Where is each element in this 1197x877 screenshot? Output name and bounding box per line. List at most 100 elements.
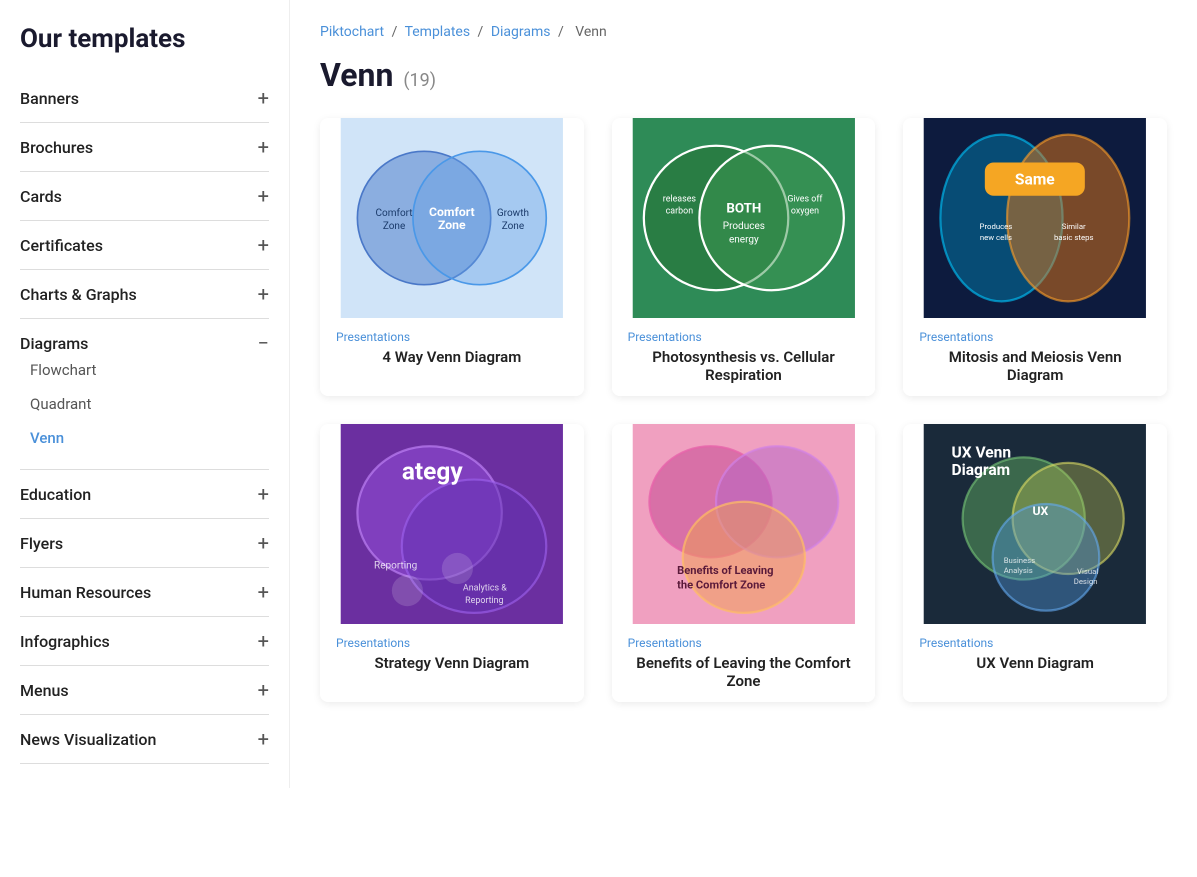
breadcrumb-diagrams[interactable]: Diagrams — [491, 24, 551, 40]
sidebar-item-diagrams[interactable]: Diagrams −FlowchartQuadrantVenn — [20, 319, 269, 470]
svg-text:Business: Business — [1004, 556, 1035, 565]
svg-text:Produces: Produces — [722, 221, 764, 232]
svg-text:the Comfort Zone: the Comfort Zone — [677, 578, 765, 591]
sidebar-item-label-brochures: Brochures — [20, 138, 93, 157]
template-card-t3[interactable]: Same Produces new cells Similar basic st… — [903, 118, 1167, 396]
sidebar-item-label-banners: Banners — [20, 89, 79, 108]
sidebar-item-expand-icon-diagrams[interactable]: − — [258, 333, 269, 353]
sidebar-item-education[interactable]: Education + — [20, 470, 269, 519]
template-card-t6[interactable]: UX Venn Diagram UX Business Analysis Vis… — [903, 424, 1167, 702]
template-meta-t5: Presentations Benefits of Leaving the Com… — [612, 624, 876, 702]
svg-text:oxygen: oxygen — [791, 207, 819, 217]
svg-text:Produces: Produces — [980, 222, 1013, 231]
template-image-t6: UX Venn Diagram UX Business Analysis Vis… — [903, 424, 1167, 624]
sidebar-subitems-diagrams: FlowchartQuadrantVenn — [20, 353, 269, 455]
sidebar-item-flyers[interactable]: Flyers + — [20, 519, 269, 568]
svg-text:Comfort: Comfort — [429, 205, 475, 219]
svg-text:BOTH: BOTH — [726, 201, 761, 216]
sidebar-item-cards[interactable]: Cards + — [20, 172, 269, 221]
sidebar-item-banners[interactable]: Banners + — [20, 74, 269, 123]
page-title-container: Venn (19) — [320, 56, 1167, 94]
sidebar-item-expand-icon-certificates[interactable]: + — [258, 235, 269, 255]
template-image-t4: ategy Reporting Analytics & Reporting — [320, 424, 584, 624]
sidebar-item-infographics[interactable]: Infographics + — [20, 617, 269, 666]
svg-text:UX Venn: UX Venn — [952, 443, 1012, 461]
svg-text:Analysis: Analysis — [1004, 566, 1033, 575]
sidebar-item-expand-icon-menus[interactable]: + — [258, 680, 269, 700]
template-category-t5: Presentations — [628, 636, 860, 650]
sidebar-items-container: Banners+Brochures+Cards+Certificates+Cha… — [20, 74, 269, 764]
sidebar-item-label-flyers: Flyers — [20, 534, 63, 553]
sidebar-item-expand-icon-flyers[interactable]: + — [258, 533, 269, 553]
breadcrumb: Piktochart / Templates / Diagrams / Venn — [320, 24, 1167, 40]
sidebar-item-brochures[interactable]: Brochures + — [20, 123, 269, 172]
template-title-t1: 4 Way Venn Diagram — [336, 348, 568, 366]
template-title-t4: Strategy Venn Diagram — [336, 654, 568, 672]
sidebar-item-charts-graphs[interactable]: Charts & Graphs + — [20, 270, 269, 319]
sidebar-item-menus[interactable]: Menus+ — [20, 666, 269, 715]
svg-text:basic steps: basic steps — [1054, 233, 1094, 242]
sidebar-item-label-certificates: Certificates — [20, 236, 103, 255]
svg-text:Same: Same — [1015, 171, 1055, 189]
svg-text:energy: energy — [729, 234, 759, 245]
svg-text:Zone: Zone — [438, 218, 466, 232]
sidebar-item-label-education: Education — [20, 485, 91, 504]
template-image-t2: BOTH Produces energy releases carbon Giv… — [612, 118, 876, 318]
sidebar-item-expand-icon-cards[interactable]: + — [258, 186, 269, 206]
breadcrumb-venn: Venn — [575, 24, 607, 40]
svg-text:Visual: Visual — [1077, 567, 1098, 576]
template-image-t5: Benefits of Leaving the Comfort Zone — [612, 424, 876, 624]
svg-text:new cells: new cells — [980, 233, 1012, 242]
svg-text:Zone: Zone — [502, 221, 524, 232]
template-title-t2: Photosynthesis vs. Cellular Respiration — [628, 348, 860, 384]
svg-text:Reporting: Reporting — [374, 560, 417, 571]
svg-text:UX: UX — [1033, 504, 1049, 518]
sidebar-item-news-visualization[interactable]: News Visualization + — [20, 715, 269, 764]
template-title-t6: UX Venn Diagram — [919, 654, 1151, 672]
template-category-t4: Presentations — [336, 636, 568, 650]
sidebar-item-expand-icon-news-visualization[interactable]: + — [258, 729, 269, 749]
main-content: Piktochart / Templates / Diagrams / Venn… — [290, 0, 1197, 788]
template-category-t6: Presentations — [919, 636, 1151, 650]
template-category-t3: Presentations — [919, 330, 1151, 344]
breadcrumb-templates[interactable]: Templates — [405, 24, 471, 40]
template-card-t1[interactable]: Comfort Zone Comfort Zone Growth Zone Pr… — [320, 118, 584, 396]
svg-text:Design: Design — [1074, 577, 1098, 586]
sidebar-item-expand-icon-banners[interactable]: + — [258, 88, 269, 108]
sidebar-subitem-venn[interactable]: Venn — [30, 421, 269, 455]
template-card-t2[interactable]: BOTH Produces energy releases carbon Giv… — [612, 118, 876, 396]
sidebar-item-human-resources[interactable]: Human Resources + — [20, 568, 269, 617]
sidebar-subitem-flowchart[interactable]: Flowchart — [30, 353, 269, 387]
template-image-t3: Same Produces new cells Similar basic st… — [903, 118, 1167, 318]
svg-text:Growth: Growth — [497, 208, 529, 219]
sidebar-item-expand-icon-infographics[interactable]: + — [258, 631, 269, 651]
template-card-t4[interactable]: ategy Reporting Analytics & Reporting Pr… — [320, 424, 584, 702]
breadcrumb-piktochart[interactable]: Piktochart — [320, 24, 384, 40]
template-category-t1: Presentations — [336, 330, 568, 344]
template-title-t3: Mitosis and Meiosis Venn Diagram — [919, 348, 1151, 384]
template-grid: Comfort Zone Comfort Zone Growth Zone Pr… — [320, 118, 1167, 702]
sidebar-item-expand-icon-education[interactable]: + — [258, 484, 269, 504]
sidebar-item-expand-icon-brochures[interactable]: + — [258, 137, 269, 157]
page-title: Venn — [320, 56, 393, 94]
template-meta-t6: Presentations UX Venn Diagram — [903, 624, 1167, 684]
svg-text:Reporting: Reporting — [465, 596, 503, 606]
svg-text:Benefits of Leaving: Benefits of Leaving — [677, 564, 773, 577]
svg-text:Diagram: Diagram — [952, 461, 1011, 479]
sidebar-item-label-cards: Cards — [20, 187, 62, 206]
template-meta-t3: Presentations Mitosis and Meiosis Venn Di… — [903, 318, 1167, 396]
sidebar-item-expand-icon-charts-graphs[interactable]: + — [258, 284, 269, 304]
sidebar-item-expand-icon-human-resources[interactable]: + — [258, 582, 269, 602]
svg-text:Comfort: Comfort — [376, 207, 413, 219]
sidebar-item-label-news-visualization: News Visualization — [20, 730, 156, 749]
sidebar-item-label-human-resources: Human Resources — [20, 583, 151, 602]
sidebar-item-label-infographics: Infographics — [20, 632, 110, 651]
sidebar-item-label-diagrams: Diagrams — [20, 334, 88, 353]
sidebar-item-certificates[interactable]: Certificates + — [20, 221, 269, 270]
sidebar-item-label-charts-graphs: Charts & Graphs — [20, 285, 137, 304]
template-title-t5: Benefits of Leaving the Comfort Zone — [628, 654, 860, 690]
svg-text:releases: releases — [662, 194, 696, 204]
svg-text:Similar: Similar — [1062, 222, 1086, 231]
sidebar-subitem-quadrant[interactable]: Quadrant — [30, 387, 269, 421]
template-card-t5[interactable]: Benefits of Leaving the Comfort Zone Pre… — [612, 424, 876, 702]
